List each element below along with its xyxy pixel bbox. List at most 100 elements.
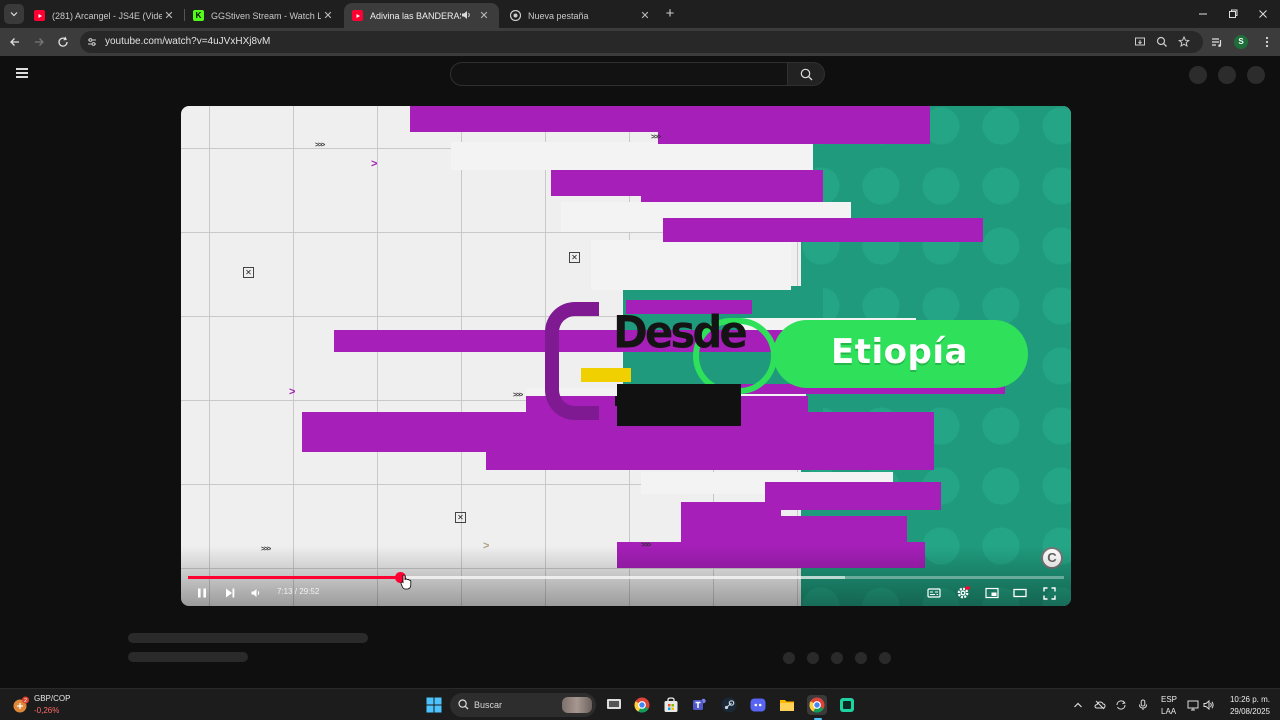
- task-view-button[interactable]: [604, 695, 624, 715]
- kick-icon: [840, 698, 854, 712]
- pause-icon: [198, 588, 206, 598]
- taskbar-search[interactable]: Buscar: [450, 693, 596, 717]
- video-player[interactable]: Etiopía Desde >>> >>> >>> >>> >>> > > > …: [181, 106, 1071, 606]
- cloud-off-icon[interactable]: [1094, 699, 1106, 711]
- microphone-icon[interactable]: [1137, 699, 1149, 711]
- network-icon[interactable]: [1187, 699, 1199, 711]
- sync-icon[interactable]: [1115, 699, 1127, 711]
- hamburger-menu-icon[interactable]: [16, 68, 28, 78]
- video-frame-shape: [681, 502, 781, 542]
- tab-nueva-pestana[interactable]: Nueva pestaña ✕: [502, 3, 660, 28]
- media-control-icon[interactable]: [1210, 35, 1224, 49]
- store-app[interactable]: [661, 695, 681, 715]
- system-clock[interactable]: 10:26 p. m.: [1224, 695, 1270, 704]
- tab-arcangel[interactable]: (281) Arcangel - JS4E (Video Of ✕: [26, 3, 184, 28]
- close-tab-icon[interactable]: ✕: [477, 9, 491, 22]
- kick-icon: K: [193, 10, 204, 21]
- duration: 29:52: [299, 587, 320, 596]
- mute-button[interactable]: [247, 584, 265, 602]
- browser-toolbar: youtube.com/watch?v=4uJVxHXj8vM S: [0, 28, 1280, 56]
- mouse-cursor-icon: [400, 574, 412, 590]
- back-button[interactable]: [6, 33, 24, 51]
- ticker-change[interactable]: -0,26%: [34, 706, 59, 715]
- keyboard-layout[interactable]: LAA: [1161, 707, 1176, 716]
- progress-bar[interactable]: [188, 572, 1064, 583]
- miniplayer-button[interactable]: [983, 584, 1001, 602]
- gear-icon: [957, 586, 970, 599]
- language-code[interactable]: ESP: [1161, 695, 1177, 704]
- speaker-icon[interactable]: [461, 10, 473, 22]
- file-explorer-app[interactable]: [777, 695, 797, 715]
- kick-taskbar-app[interactable]: [837, 695, 857, 715]
- start-button[interactable]: [424, 695, 444, 715]
- action-skeleton: [783, 652, 795, 664]
- settings-button[interactable]: [954, 584, 972, 602]
- theater-mode-button[interactable]: [1011, 584, 1029, 602]
- arrow-right-icon: [35, 38, 44, 46]
- bookmark-star-icon[interactable]: [1178, 36, 1190, 48]
- restore-icon: [1229, 9, 1238, 18]
- reload-button[interactable]: [54, 33, 72, 51]
- install-app-icon[interactable]: [1134, 36, 1146, 48]
- pause-button[interactable]: [193, 584, 211, 602]
- chrome-taskbar-app[interactable]: [632, 695, 652, 715]
- tab-adivina-banderas[interactable]: Adivina las BANDERAS de ✕: [344, 3, 499, 28]
- search-input[interactable]: [450, 62, 788, 86]
- tab-strip: (281) Arcangel - JS4E (Video Of ✕ K GGSt…: [0, 0, 1280, 28]
- restore-button[interactable]: [1218, 0, 1248, 28]
- close-tab-icon[interactable]: ✕: [321, 9, 335, 22]
- chevron-up-icon[interactable]: [1072, 699, 1084, 711]
- close-tab-icon[interactable]: ✕: [638, 9, 652, 22]
- url-text: youtube.com/watch?v=4uJVxHXj8vM: [105, 36, 271, 47]
- steam-app[interactable]: [719, 695, 739, 715]
- x-box-icon: ✕: [455, 512, 466, 523]
- volume-icon[interactable]: [1203, 699, 1215, 711]
- new-tab-button[interactable]: +: [662, 6, 678, 22]
- notifications-placeholder[interactable]: [1218, 66, 1236, 84]
- video-frame-shape: [615, 396, 741, 406]
- close-tab-icon[interactable]: ✕: [162, 9, 176, 22]
- ticker-name[interactable]: GBP/COP: [34, 694, 70, 703]
- answer-country-text: Etiopía: [831, 332, 968, 372]
- search-button[interactable]: [787, 62, 825, 86]
- address-bar[interactable]: youtube.com/watch?v=4uJVxHXj8vM: [80, 31, 1203, 53]
- forward-button[interactable]: [30, 33, 48, 51]
- account-placeholder[interactable]: [1247, 66, 1265, 84]
- chrome-icon: [809, 697, 825, 713]
- subtitles-button[interactable]: [925, 584, 943, 602]
- arrow-left-icon: [10, 38, 19, 46]
- minimize-icon: [1199, 13, 1207, 15]
- video-frame-shape: [765, 482, 941, 510]
- system-date[interactable]: 29/08/2025: [1224, 707, 1270, 716]
- zoom-icon[interactable]: [1156, 36, 1168, 48]
- theater-icon: [1013, 588, 1027, 598]
- discord-app[interactable]: [748, 695, 768, 715]
- chrome-active-taskbar-app[interactable]: [807, 695, 827, 715]
- volume-icon: [251, 589, 260, 597]
- current-time: 7:13: [277, 587, 293, 596]
- more-vertical-icon[interactable]: [1260, 35, 1274, 49]
- close-window-button[interactable]: [1248, 0, 1278, 28]
- teams-icon: [693, 698, 706, 710]
- store-icon: [664, 697, 678, 712]
- captions-icon: [927, 588, 941, 598]
- create-placeholder[interactable]: [1189, 66, 1207, 84]
- teams-app[interactable]: [690, 695, 710, 715]
- channel-skeleton: [128, 652, 248, 662]
- tab-ggstiven[interactable]: K GGStiven Stream - Watch Live o ✕: [185, 3, 343, 28]
- skip-next-icon: [226, 588, 235, 598]
- time-display: 7:13 / 29:52: [277, 587, 320, 596]
- profile-avatar[interactable]: S: [1234, 35, 1248, 49]
- tab-title: Adivina las BANDERAS de: [370, 10, 461, 21]
- minimize-button[interactable]: [1188, 0, 1218, 28]
- youtube-icon: [352, 10, 363, 21]
- next-button[interactable]: [221, 584, 239, 602]
- tab-search-button[interactable]: [4, 4, 24, 24]
- currency-widget-icon[interactable]: 2: [12, 696, 30, 714]
- progress-played: [188, 576, 400, 579]
- site-info-icon[interactable]: [86, 36, 98, 48]
- tab-title: (281) Arcangel - JS4E (Video Of: [52, 10, 162, 21]
- windows-logo-icon: [426, 697, 442, 713]
- fullscreen-button[interactable]: [1040, 584, 1058, 602]
- chevron-marker-icon: >>>: [315, 142, 325, 149]
